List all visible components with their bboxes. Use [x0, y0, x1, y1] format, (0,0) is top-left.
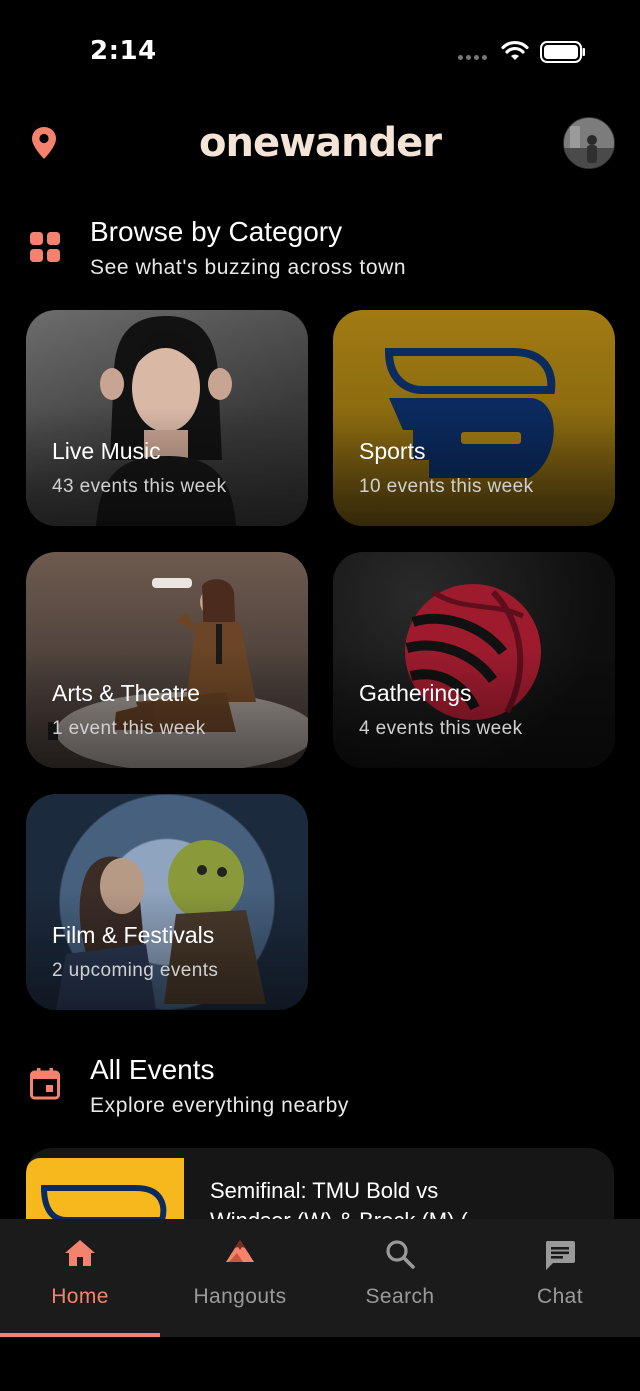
app-logo: onewander: [199, 120, 442, 166]
category-title: Gatherings: [359, 680, 472, 706]
search-icon: [386, 1240, 415, 1269]
category-count: 43 events this week: [52, 476, 227, 497]
status-bar: 2:14: [0, 0, 640, 100]
nav-search[interactable]: Search: [320, 1219, 480, 1337]
chat-icon: [546, 1241, 575, 1270]
home-icon: [65, 1240, 95, 1266]
status-time: 2:14: [90, 36, 157, 66]
category-card-live-music[interactable]: Live Music 43 events this week: [26, 310, 308, 526]
all-events-header: All Events Explore everything nearby: [0, 1054, 640, 1124]
nav-label: Search: [365, 1285, 435, 1308]
nav-home[interactable]: Home: [0, 1219, 160, 1337]
nav-label: Home: [51, 1285, 109, 1308]
app-header: onewander: [0, 110, 640, 180]
section-title: All Events: [90, 1054, 215, 1085]
section-subtitle: Explore everything nearby: [90, 1094, 349, 1117]
category-card-gatherings[interactable]: Gatherings 4 events this week: [333, 552, 615, 768]
browse-category-header: Browse by Category See what's buzzing ac…: [0, 216, 640, 286]
category-count: 2 upcoming events: [52, 960, 219, 981]
category-card-sports[interactable]: Sports 10 events this week: [333, 310, 615, 526]
nav-label: Chat: [537, 1285, 583, 1308]
category-title: Arts & Theatre: [52, 680, 200, 706]
wifi-icon: [501, 40, 529, 60]
section-title: Browse by Category: [90, 216, 343, 247]
signal-icon: [458, 55, 487, 60]
active-tab-indicator: [0, 1333, 160, 1337]
category-card-arts-theatre[interactable]: Arts & Theatre 1 event this week: [26, 552, 308, 768]
bottom-nav: Home Hangouts Search Chat: [0, 1219, 640, 1337]
category-card-film-festivals[interactable]: Film & Festivals 2 upcoming events: [26, 794, 308, 1010]
category-count: 10 events this week: [359, 476, 534, 497]
section-subtitle: See what's buzzing across town: [90, 256, 407, 279]
battery-icon: [540, 41, 585, 63]
grid-icon: [30, 232, 60, 262]
category-count: 4 events this week: [359, 718, 523, 739]
nav-chat[interactable]: Chat: [480, 1219, 640, 1337]
avatar[interactable]: [563, 117, 615, 169]
category-title: Live Music: [52, 438, 161, 464]
mountain-icon: [226, 1240, 254, 1262]
category-title: Film & Festivals: [52, 922, 215, 948]
category-count: 1 event this week: [52, 718, 206, 739]
nav-label: Hangouts: [193, 1285, 287, 1308]
calendar-icon: [30, 1068, 60, 1100]
category-title: Sports: [359, 438, 426, 464]
nav-hangouts[interactable]: Hangouts: [160, 1219, 320, 1337]
